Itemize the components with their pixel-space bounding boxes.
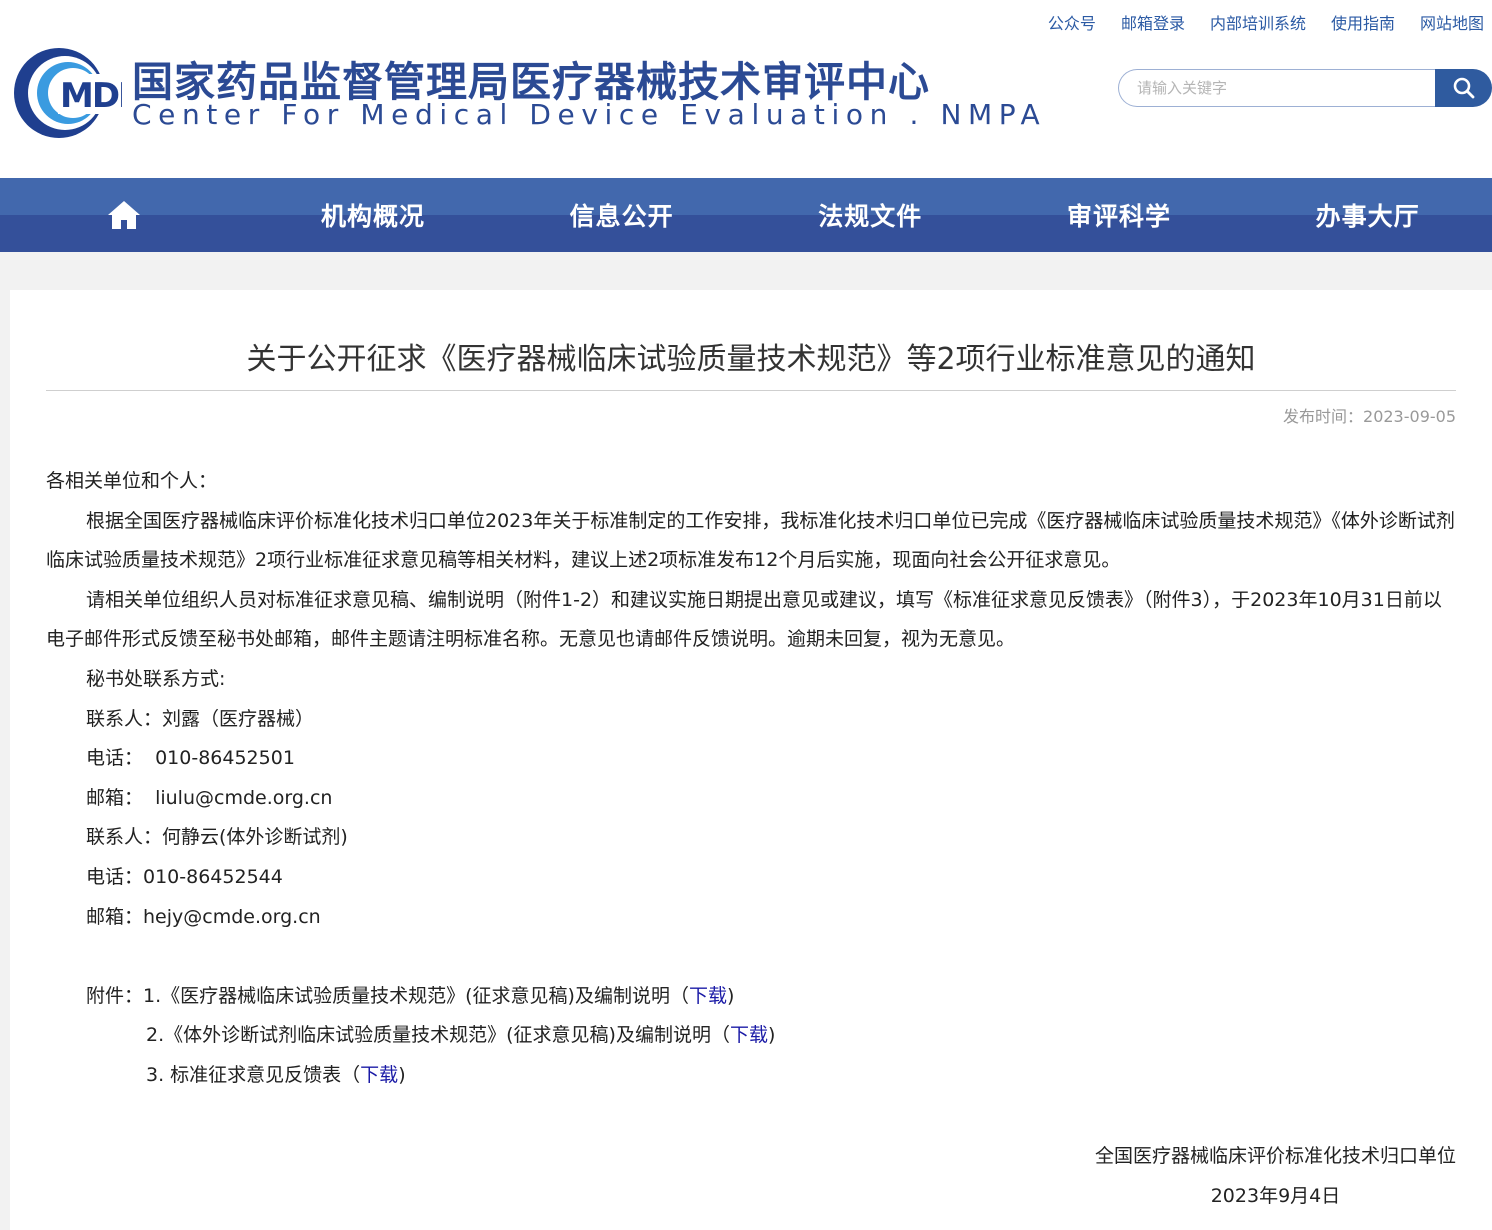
signature-date: 2023年9月4日 <box>1210 1185 1341 1207</box>
attachment-close: ) <box>727 984 735 1007</box>
attachment-1: 附件：1.《医疗器械临床试验质量技术规范》(征求意见稿)及编制说明（下载) <box>46 977 1458 1017</box>
contact-line: 电话： 010-86452501 <box>86 747 295 770</box>
download-link-1[interactable]: 下载 <box>689 985 727 1007</box>
search-icon <box>1453 77 1474 99</box>
nav-regulations[interactable]: 法规文件 <box>746 178 995 252</box>
top-links: 公众号 邮箱登录 内部培训系统 使用指南 网站地图 <box>1023 10 1484 34</box>
top-link-wechat[interactable]: 公众号 <box>1048 10 1096 34</box>
contact-line: 邮箱： liulu@cmde.org.cn <box>86 786 333 809</box>
top-link-sitemap[interactable]: 网站地图 <box>1420 10 1484 34</box>
search-input[interactable] <box>1118 69 1436 107</box>
attachment-text: 2.《体外诊断试剂临床试验质量技术规范》(征求意见稿)及编制说明（ <box>146 1024 730 1047</box>
contact-line: 联系人：何静云(体外诊断试剂) <box>86 826 348 849</box>
contact-line: 邮箱：hejy@cmde.org.cn <box>86 905 321 928</box>
article-body: 各相关单位和个人： 根据全国医疗器械临床评价标准化技术归口单位2023年关于标准… <box>46 462 1458 1096</box>
top-link-mail-login[interactable]: 邮箱登录 <box>1121 10 1185 34</box>
download-link-3[interactable]: 下载 <box>360 1064 398 1086</box>
home-icon <box>108 201 141 229</box>
attachment-close: ) <box>767 1024 776 1047</box>
attachment-3: 3. 标准征求意见反馈表（下载) <box>46 1056 1458 1096</box>
contact-line: 电话：010-86452544 <box>86 865 283 888</box>
attachment-text: 1.《医疗器械临床试验质量技术规范》(征求意见稿)及编制说明（ <box>143 984 689 1007</box>
nav-review-science[interactable]: 审评科学 <box>995 178 1244 252</box>
nav-service-hall[interactable]: 办事大厅 <box>1243 178 1492 252</box>
title-divider <box>46 390 1456 391</box>
attachment-2: 2.《体外诊断试剂临床试验质量技术规范》(征求意见稿)及编制说明（下载) <box>46 1016 1458 1056</box>
attachment-text: 3. 标准征求意见反馈表（ <box>146 1063 361 1086</box>
attachment-label: 附件： <box>86 984 144 1007</box>
top-link-guide[interactable]: 使用指南 <box>1331 10 1395 34</box>
publish-date-value: 2023-09-05 <box>1363 407 1456 426</box>
paragraph-2: 请相关单位组织人员对标准征求意见稿、编制说明（附件1-2）和建议实施日期提出意见… <box>46 588 1442 651</box>
nav-organization[interactable]: 机构概况 <box>249 178 498 252</box>
attachment-close: ) <box>398 1063 406 1086</box>
contact-heading: 秘书处联系方式: <box>86 667 226 690</box>
download-link-2[interactable]: 下载 <box>730 1024 768 1046</box>
publish-date: 发布时间：2023-09-05 <box>1283 403 1456 427</box>
site-title-en: Center For Medical Device Evaluation . N… <box>132 98 1047 131</box>
svg-text:MDE: MDE <box>60 76 122 116</box>
nav-home[interactable] <box>0 178 249 252</box>
contact-line: 联系人：刘露（医疗器械） <box>86 707 315 730</box>
top-link-training[interactable]: 内部培训系统 <box>1210 10 1306 34</box>
signature-org: 全国医疗器械临床评价标准化技术归口单位 <box>1094 1145 1456 1167</box>
paragraph-1: 根据全国医疗器械临床评价标准化技术归口单位2023年关于标准制定的工作安排，我标… <box>46 509 1455 572</box>
mde-logo: MDE <box>14 48 122 138</box>
salutation: 各相关单位和个人： <box>46 470 218 492</box>
signature-block: 全国医疗器械临床评价标准化技术归口单位 2023年9月4日 <box>1095 1136 1456 1216</box>
search-button[interactable] <box>1435 69 1492 107</box>
article-title: 关于公开征求《医疗器械临床试验质量技术规范》等2项行业标准意见的通知 <box>246 342 1256 377</box>
article-panel: 关于公开征求《医疗器械临床试验质量技术规范》等2项行业标准意见的通知 发布时间：… <box>10 290 1492 1230</box>
nav-info-disclosure[interactable]: 信息公开 <box>497 178 746 252</box>
main-nav: 机构概况 信息公开 法规文件 审评科学 办事大厅 <box>0 178 1492 252</box>
publish-date-label: 发布时间： <box>1283 407 1364 426</box>
site-header: 公众号 邮箱登录 内部培训系统 使用指南 网站地图 MDE 国家药品监督管理局医… <box>0 0 1492 178</box>
